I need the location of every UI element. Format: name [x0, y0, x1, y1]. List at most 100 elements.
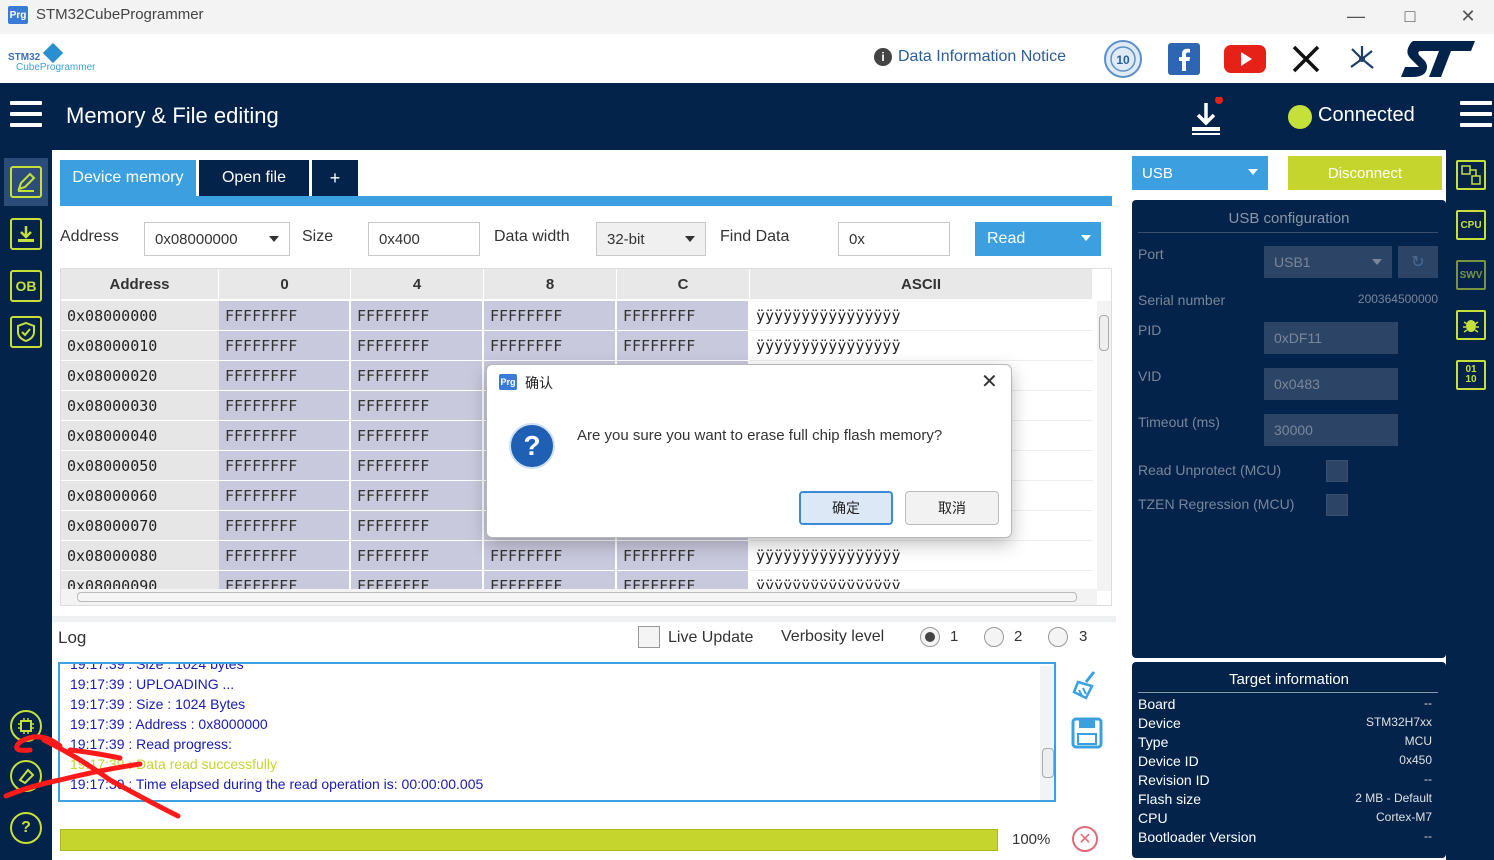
swv-button[interactable]: SWV [1456, 260, 1486, 290]
read-button[interactable]: Read [975, 222, 1101, 256]
cell-address[interactable]: 0x08000000 [61, 301, 219, 331]
target-info-label: Revision ID [1138, 772, 1210, 788]
anniversary-badge-icon[interactable]: 10 [1102, 40, 1144, 78]
cell-value[interactable]: FFFFFFFF [219, 541, 351, 571]
cell-value[interactable]: FFFFFFFF [351, 481, 484, 511]
address-combobox[interactable]: 0x08000000 [144, 222, 290, 256]
window-title: STM32CubeProgrammer [36, 6, 204, 23]
youtube-icon[interactable] [1222, 40, 1268, 78]
cell-value[interactable]: FFFFFFFF [351, 391, 484, 421]
connection-status: Connected [1318, 104, 1415, 126]
cell-value[interactable]: FFFFFFFF [219, 361, 351, 391]
cpu-button[interactable]: CPU [1456, 210, 1486, 240]
verbosity-radio-2[interactable] [984, 627, 1004, 647]
confirm-cancel-button[interactable]: 取消 [905, 491, 999, 525]
cell-value[interactable]: FFFFFFFF [219, 511, 351, 541]
vertical-scrollbar[interactable] [1097, 301, 1111, 591]
right-menu-icon[interactable] [1460, 101, 1492, 127]
help-button[interactable]: ? [8, 810, 44, 846]
cell-value[interactable]: FFFFFFFF [351, 331, 484, 361]
cell-address[interactable]: 0x08000050 [61, 451, 219, 481]
chip-settings-button[interactable] [8, 708, 44, 744]
verbosity-option-3: 3 [1079, 628, 1088, 645]
verbosity-radio-3[interactable] [1048, 627, 1068, 647]
cell-value[interactable]: FFFFFFFF [484, 331, 617, 361]
log-scrollbar[interactable] [1040, 666, 1054, 800]
tab-open-file[interactable]: Open file [199, 160, 309, 196]
chevron-down-icon [1081, 235, 1091, 241]
cell-value[interactable]: FFFFFFFF [351, 421, 484, 451]
option-bytes-button[interactable]: OB [8, 268, 44, 304]
save-log-button[interactable] [1070, 716, 1104, 750]
beta-features-button[interactable] [1456, 310, 1486, 340]
panel-splitter[interactable] [52, 616, 1116, 622]
table-row[interactable]: 0x08000000 FFFFFFFF FFFFFFFF FFFFFFFF FFFFFF… [61, 301, 1093, 331]
data-information-notice-link[interactable]: i Data Information Notice [874, 48, 1066, 66]
cell-value[interactable]: FFFFFFFF [219, 391, 351, 421]
cell-address[interactable]: 0x08000010 [61, 331, 219, 361]
cell-value[interactable]: FFFFFFFF [351, 361, 484, 391]
cell-ascii[interactable]: ÿÿÿÿÿÿÿÿÿÿÿÿÿÿÿÿ [750, 331, 1093, 361]
left-menu-icon[interactable] [10, 101, 42, 127]
help-icon: ? [10, 812, 42, 844]
cell-ascii[interactable]: ÿÿÿÿÿÿÿÿÿÿÿÿÿÿÿÿ [750, 301, 1093, 331]
cell-value[interactable]: FFFFFFFF [484, 301, 617, 331]
cell-value[interactable]: FFFFFFFF [617, 331, 750, 361]
window-titlebar: Prg STM32CubeProgrammer — □ ✕ [0, 0, 1494, 34]
clear-log-button[interactable] [1070, 668, 1104, 702]
facebook-icon[interactable] [1166, 40, 1202, 78]
log-output[interactable]: 19:17:39 : Size : 1024 bytes 19:17:39 : U… [58, 662, 1056, 802]
cell-value[interactable]: FFFFFFFF [617, 301, 750, 331]
cell-value[interactable]: FFFFFFFF [219, 301, 351, 331]
cell-value[interactable]: FFFFFFFF [219, 451, 351, 481]
cell-value[interactable]: FFFFFFFF [617, 541, 750, 571]
minimize-icon[interactable]: — [1332, 2, 1380, 30]
cell-value[interactable]: FFFFFFFF [351, 451, 484, 481]
interface-select[interactable]: USB [1132, 156, 1268, 190]
cell-value[interactable]: FFFFFFFF [219, 421, 351, 451]
cell-address[interactable]: 0x08000080 [61, 541, 219, 571]
security-button[interactable] [8, 314, 44, 350]
cell-value[interactable]: FFFFFFFF [219, 331, 351, 361]
find-data-input[interactable]: 0x [838, 222, 950, 256]
cell-ascii[interactable]: ÿÿÿÿÿÿÿÿÿÿÿÿÿÿÿÿ [750, 541, 1093, 571]
horizontal-scrollbar[interactable] [61, 589, 1097, 605]
cell-address[interactable]: 0x08000020 [61, 361, 219, 391]
page-title: Memory & File editing [66, 103, 279, 128]
live-update-checkbox[interactable] [638, 626, 660, 648]
erase-programming-button[interactable] [8, 216, 44, 252]
cancel-operation-icon[interactable]: ✕ [1072, 826, 1098, 852]
confirm-ok-button[interactable]: 确定 [799, 491, 893, 525]
cell-value[interactable]: FFFFFFFF [351, 301, 484, 331]
full-chip-erase-button[interactable] [8, 758, 44, 794]
dialog-close-icon[interactable]: ✕ [981, 369, 998, 394]
memory-edit-button[interactable] [4, 158, 48, 206]
log-line: 19:17:39 : Size : 1024 bytes [70, 662, 244, 672]
close-icon[interactable]: ✕ [1444, 2, 1492, 30]
cell-address[interactable]: 0x08000040 [61, 421, 219, 451]
cell-address[interactable]: 0x08000030 [61, 391, 219, 421]
verbosity-radio-1[interactable] [920, 627, 940, 647]
tab-device-memory[interactable]: Device memory [60, 160, 196, 196]
disconnect-button[interactable]: Disconnect [1288, 156, 1442, 190]
firmware-download-icon[interactable] [1188, 96, 1224, 137]
cell-value[interactable]: FFFFFFFF [484, 541, 617, 571]
table-row[interactable]: 0x08000010 FFFFFFFF FFFFFFFF FFFFFFFF FFFFFF… [61, 331, 1093, 361]
cell-address[interactable]: 0x08000060 [61, 481, 219, 511]
binary-button[interactable]: 01 10 [1456, 360, 1486, 390]
log-line: 19:17:39 : Size : 1024 Bytes [70, 696, 246, 712]
size-input[interactable]: 0x400 [368, 222, 480, 256]
cell-value[interactable]: FFFFFFFF [351, 541, 484, 571]
network-icon[interactable] [1344, 40, 1380, 78]
cell-address[interactable]: 0x08000070 [61, 511, 219, 541]
x-icon[interactable] [1288, 40, 1324, 78]
table-row[interactable]: 0x08000080 FFFFFFFF FFFFFFFF FFFFFFFF FFFFFF… [61, 541, 1093, 571]
cell-value[interactable]: FFFFFFFF [219, 481, 351, 511]
el-button[interactable] [1456, 160, 1486, 190]
timeout-field: 30000 [1264, 414, 1398, 446]
add-tab-button[interactable]: + [312, 160, 358, 196]
cell-value[interactable]: FFFFFFFF [351, 511, 484, 541]
st-logo-icon[interactable] [1398, 40, 1478, 78]
data-width-select[interactable]: 32-bit [596, 222, 706, 256]
maximize-icon[interactable]: □ [1386, 2, 1434, 30]
